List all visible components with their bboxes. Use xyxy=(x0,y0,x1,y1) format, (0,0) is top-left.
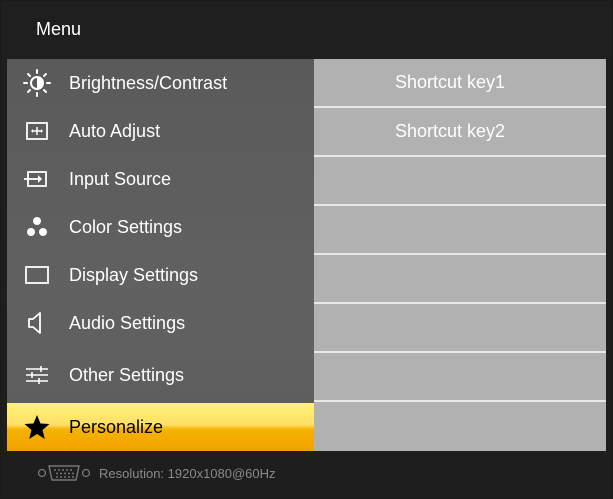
submenu-item-shortcut-key1[interactable]: Shortcut key1 xyxy=(314,59,606,108)
brightness-icon xyxy=(13,59,61,107)
status-bar: Resolution: 1920x1080@60Hz xyxy=(2,451,611,497)
submenu-row-empty xyxy=(314,402,606,449)
menu-item-label: Brightness/Contrast xyxy=(69,72,228,93)
submenu-item-label: Shortcut key2 xyxy=(395,121,506,141)
submenu-row-empty xyxy=(314,353,606,402)
sliders-icon xyxy=(13,351,61,399)
menu-item-color-settings[interactable]: Color Settings xyxy=(7,203,314,251)
menu-item-label: Auto Adjust xyxy=(69,120,161,141)
menu-title: Menu xyxy=(36,19,82,39)
menu-item-input-source[interactable]: Input Source xyxy=(7,155,314,203)
menu-item-label: Personalize xyxy=(69,416,164,437)
menu-header: Menu xyxy=(2,2,611,60)
osd-menu-window: Menu Brightness/Contrast Auto Adjust Inp… xyxy=(0,0,613,499)
main-menu-list: Brightness/Contrast Auto Adjust Input So… xyxy=(7,59,314,451)
auto-adjust-icon xyxy=(13,107,61,155)
input-source-icon xyxy=(13,155,61,203)
menu-item-other-settings[interactable]: Other Settings xyxy=(7,351,314,399)
menu-item-display-settings[interactable]: Display Settings xyxy=(7,251,314,299)
display-settings-icon xyxy=(13,251,61,299)
submenu-item-shortcut-key2[interactable]: Shortcut key2 xyxy=(314,108,606,157)
color-settings-icon xyxy=(13,203,61,251)
menu-item-label: Other Settings xyxy=(69,364,185,385)
vga-connector-icon xyxy=(36,462,92,489)
submenu-row-empty xyxy=(314,206,606,255)
menu-item-auto-adjust[interactable]: Auto Adjust xyxy=(7,107,314,155)
star-icon xyxy=(13,403,61,451)
resolution-status: Resolution: 1920x1080@60Hz xyxy=(99,466,276,481)
menu-item-label: Color Settings xyxy=(69,216,183,237)
menu-item-personalize[interactable]: Personalize xyxy=(7,403,314,451)
menu-item-label: Display Settings xyxy=(69,264,199,285)
menu-item-brightness-contrast[interactable]: Brightness/Contrast xyxy=(7,59,314,107)
submenu-row-empty xyxy=(314,304,606,353)
speaker-icon xyxy=(13,299,61,347)
submenu-panel: Shortcut key1 Shortcut key2 xyxy=(314,59,606,451)
menu-item-audio-settings[interactable]: Audio Settings xyxy=(7,299,314,347)
submenu-row-empty xyxy=(314,157,606,206)
menu-item-label: Input Source xyxy=(69,168,172,189)
submenu-row-empty xyxy=(314,255,606,304)
submenu-item-label: Shortcut key1 xyxy=(395,72,506,92)
menu-item-label: Audio Settings xyxy=(69,312,186,333)
